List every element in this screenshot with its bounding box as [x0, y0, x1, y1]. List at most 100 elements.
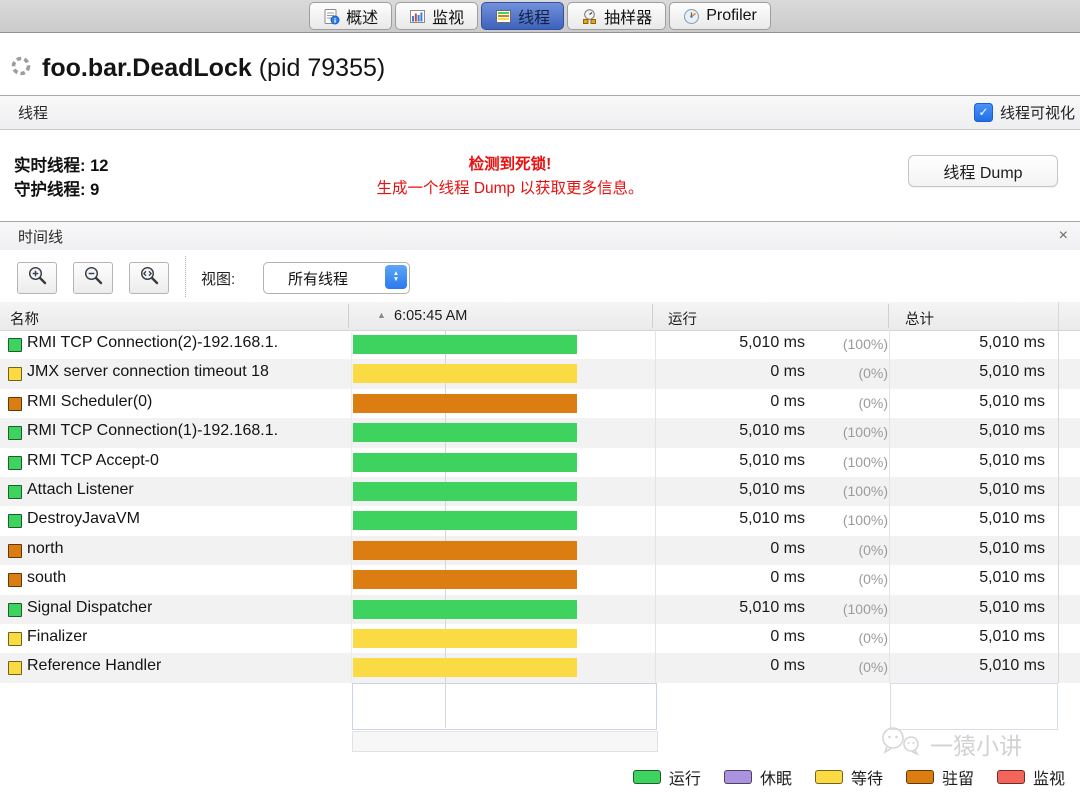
zoom-in-icon	[27, 265, 48, 291]
thread-state-icon	[8, 573, 22, 588]
legend-label: 运行	[668, 771, 701, 788]
thread-name: Finalizer	[27, 627, 88, 645]
watermark: 一猿小讲	[878, 726, 1022, 762]
tab-monitor[interactable]: 监视	[395, 2, 479, 30]
thread-name: RMI Scheduler(0)	[27, 392, 153, 410]
thread-timeline-bar	[353, 511, 577, 531]
threads-section-header: 线程 ✓ 线程可视化	[0, 95, 1080, 130]
tab-overview[interactable]: 概述	[309, 2, 393, 30]
thread-table-header: 名称 ▲ 6:05:45 AM 运行 总计	[0, 302, 1080, 331]
running-time: 5,010 ms	[739, 510, 805, 528]
thread-state-icon	[8, 543, 22, 558]
thread-name: Signal Dispatcher	[27, 598, 153, 616]
total-time: 5,010 ms	[979, 539, 1045, 557]
thread-state-icon	[8, 338, 22, 352]
total-time: 5,010 ms	[979, 657, 1045, 675]
legend-item: 驻留	[905, 765, 974, 789]
table-row[interactable]: RMI TCP Accept-0 5,010 ms (100%) 5,010 m…	[0, 448, 1080, 477]
zoom-fit-button[interactable]	[129, 262, 169, 294]
thread-visualization-checkbox[interactable]: ✓	[973, 103, 993, 122]
thread-name: Attach Listener	[27, 480, 134, 498]
total-time: 5,010 ms	[979, 598, 1045, 616]
timeline-section-header: 时间线 ×	[0, 221, 1080, 251]
thread-timeline-bar	[353, 393, 577, 413]
table-row[interactable]: Signal Dispatcher 5,010 ms (100%) 5,010 …	[0, 594, 1080, 624]
thread-timeline-bar	[353, 628, 577, 648]
thread-state-icon	[8, 484, 22, 499]
thread-name: RMI TCP Connection(2)-192.168.1.	[27, 334, 279, 351]
legend-label: 监视	[1032, 771, 1065, 788]
thread-timeline-bar	[353, 599, 577, 619]
running-percent: (100%)	[842, 453, 888, 470]
thread-state-icon	[8, 426, 22, 441]
thread-timeline-bar	[353, 452, 577, 472]
toolbar-separator	[185, 256, 186, 297]
deadlock-warning-title: 检测到死锁!	[468, 156, 552, 173]
thread-table-body: RMI TCP Connection(2)-192.168.1. 5,010 m…	[0, 330, 1080, 683]
table-row[interactable]: RMI TCP Connection(2)-192.168.1. 5,010 m…	[0, 330, 1080, 359]
tab-threads[interactable]: 线程	[481, 2, 565, 30]
column-header-timeline[interactable]: 6:05:45 AM	[394, 308, 467, 324]
thread-name: Reference Handler	[27, 657, 162, 675]
thread-view-selected-value: 所有线程	[288, 270, 349, 288]
running-percent: (0%)	[858, 659, 888, 676]
legend-item: 监视	[996, 765, 1065, 789]
legend-label: 驻留	[941, 771, 974, 788]
timeline-toolbar: 视图: 所有线程 ▲ ▼	[0, 250, 1080, 303]
overview-icon	[323, 8, 340, 25]
table-row[interactable]: RMI TCP Connection(1)-192.168.1. 5,010 m…	[0, 418, 1080, 448]
column-header-running[interactable]: 运行	[668, 308, 697, 329]
table-row[interactable]: RMI Scheduler(0) 0 ms (0%) 5,010 ms	[0, 389, 1080, 418]
table-row[interactable]: south 0 ms (0%) 5,010 ms	[0, 565, 1080, 594]
zoom-in-button[interactable]	[17, 262, 57, 294]
legend-swatch	[905, 770, 934, 784]
thread-state-icon	[8, 661, 22, 676]
running-time: 5,010 ms	[739, 422, 805, 440]
table-row[interactable]: Finalizer 0 ms (0%) 5,010 ms	[0, 624, 1080, 653]
table-row[interactable]: DestroyJavaVM 5,010 ms (100%) 5,010 ms	[0, 506, 1080, 535]
thread-state-legend: 运行 休眠 等待 驻留 监视	[632, 765, 1065, 789]
thread-timeline-bar	[353, 335, 577, 354]
timeline-scrollbar[interactable]	[352, 731, 658, 752]
running-percent: (100%)	[842, 512, 888, 529]
running-time: 0 ms	[770, 392, 805, 410]
running-percent: (0%)	[858, 629, 888, 646]
running-percent: (0%)	[858, 571, 888, 588]
zoom-out-button[interactable]	[73, 262, 113, 294]
table-row[interactable]: Reference Handler 0 ms (0%) 5,010 ms	[0, 653, 1080, 683]
thread-name: RMI TCP Connection(1)-192.168.1.	[27, 422, 279, 440]
close-icon[interactable]: ×	[1059, 228, 1068, 244]
total-time: 5,010 ms	[979, 392, 1045, 410]
legend-item: 运行	[632, 765, 701, 789]
table-row[interactable]: JMX server connection timeout 18 0 ms (0…	[0, 359, 1080, 389]
thread-timeline-bar	[353, 364, 577, 384]
header-divider	[888, 304, 889, 328]
spinner-icon	[10, 55, 32, 82]
column-header-total[interactable]: 总计	[905, 308, 934, 329]
thread-state-icon	[8, 602, 22, 617]
header-divider	[348, 304, 349, 328]
dropdown-stepper-icon: ▲ ▼	[385, 265, 407, 289]
threads-icon	[495, 8, 512, 25]
thread-dump-button[interactable]: 线程 Dump	[908, 155, 1058, 187]
application-header: foo.bar.DeadLock (pid 79355)	[10, 48, 385, 88]
total-time: 5,010 ms	[979, 334, 1045, 351]
legend-swatch	[632, 770, 661, 784]
thread-visualization-label: 线程可视化	[999, 105, 1075, 122]
thread-name: RMI TCP Accept-0	[27, 451, 159, 469]
thread-state-icon	[8, 396, 22, 411]
running-time: 5,010 ms	[739, 480, 805, 498]
running-time: 0 ms	[770, 657, 805, 675]
table-row[interactable]: north 0 ms (0%) 5,010 ms	[0, 535, 1080, 566]
table-row[interactable]: Attach Listener 5,010 ms (100%) 5,010 ms	[0, 476, 1080, 507]
thread-name: north	[27, 539, 64, 557]
running-time: 0 ms	[770, 539, 805, 557]
column-header-name[interactable]: 名称	[10, 308, 39, 329]
thread-view-select[interactable]: 所有线程 ▲ ▼	[263, 262, 410, 294]
tab-sampler[interactable]: 抽样器	[567, 2, 667, 30]
running-time: 0 ms	[770, 627, 805, 645]
running-percent: (100%)	[842, 482, 888, 499]
sort-ascending-icon: ▲	[377, 310, 386, 320]
tab-profiler[interactable]: Profiler	[669, 2, 771, 30]
thread-state-icon	[8, 631, 22, 646]
